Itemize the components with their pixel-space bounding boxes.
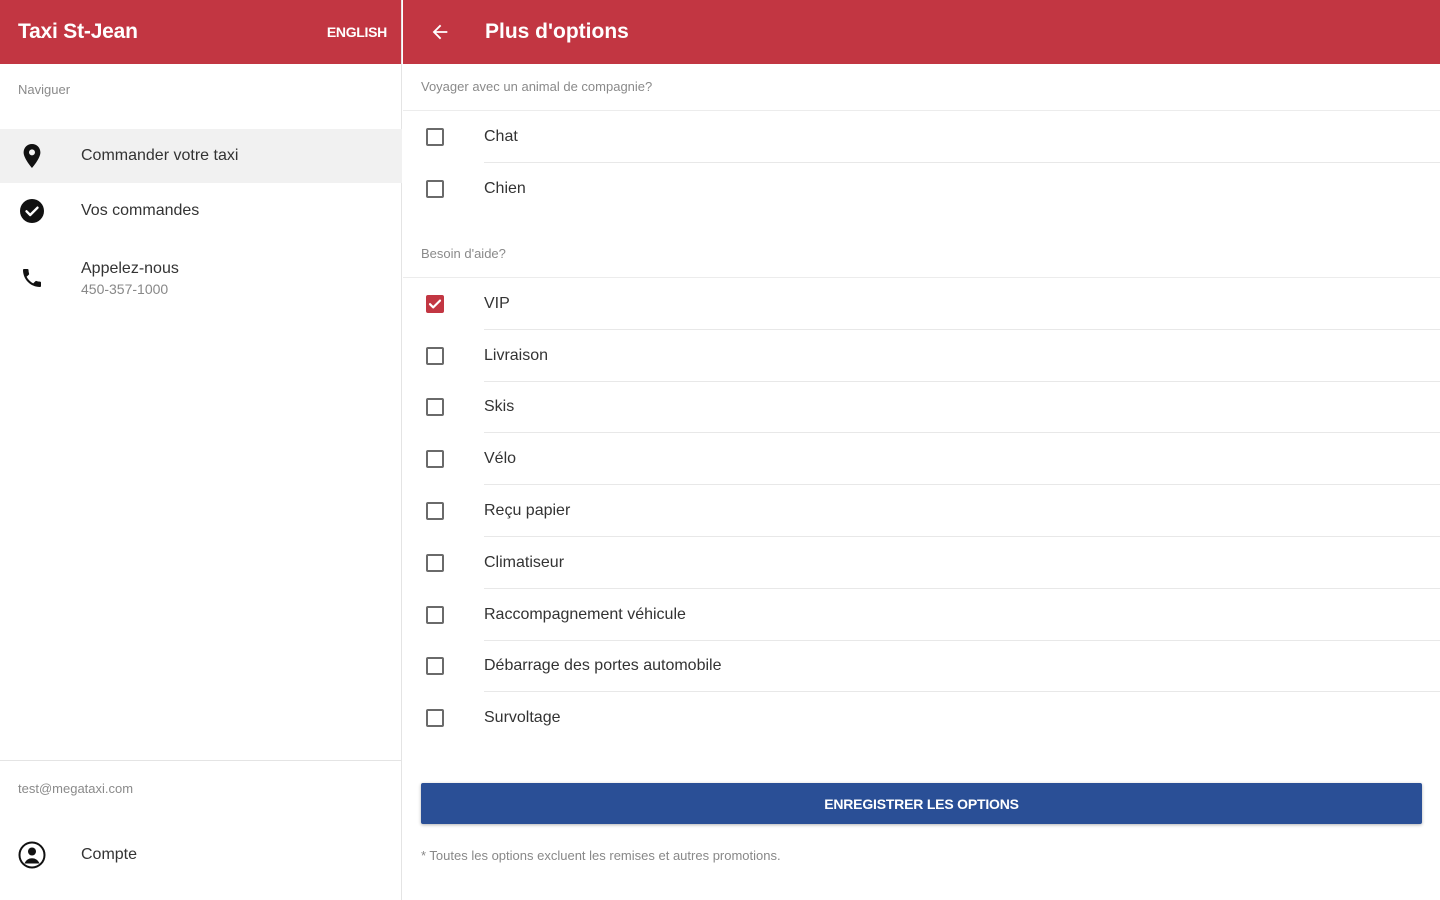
- option-label: Débarrage des portes automobile: [484, 657, 722, 674]
- options-header: Plus d'options: [403, 0, 1440, 64]
- nav-item-account[interactable]: Compte: [0, 830, 402, 880]
- pets-section-label: Voyager avec un animal de compagnie?: [421, 79, 653, 94]
- back-button[interactable]: [427, 19, 453, 45]
- app-title: Taxi St-Jean: [18, 20, 138, 43]
- option-air-conditioning[interactable]: Climatiseur: [403, 537, 1440, 589]
- phone-number: 450-357-1000: [81, 280, 169, 297]
- option-label: VIP: [484, 295, 510, 312]
- nav-item-order-taxi[interactable]: Commander votre taxi: [0, 129, 402, 183]
- option-vip[interactable]: VIP: [403, 278, 1440, 330]
- help-section-label: Besoin d'aide?: [421, 246, 506, 261]
- checkbox-skis[interactable]: [426, 398, 444, 416]
- checkbox-cat[interactable]: [426, 128, 444, 146]
- nav-section-label: Naviguer: [18, 82, 71, 97]
- option-skis[interactable]: Skis: [403, 381, 1440, 433]
- nav-item-call-us[interactable]: Appelez-nous 450-357-1000: [0, 250, 402, 306]
- option-bike[interactable]: Vélo: [403, 433, 1440, 485]
- checkbox-car-unlock[interactable]: [426, 657, 444, 675]
- nav-item-label: Commander votre taxi: [81, 147, 239, 164]
- checkbox-vip[interactable]: [426, 295, 444, 313]
- arrow-left-icon: [432, 24, 448, 40]
- nav-item-label: Compte: [81, 846, 138, 863]
- option-boost[interactable]: Survoltage: [403, 692, 1440, 744]
- checkbox-boost[interactable]: [426, 709, 444, 727]
- location-pin-icon: [18, 142, 46, 170]
- nav-item-label: Vos commandes: [81, 202, 200, 219]
- option-label: Climatiseur: [484, 554, 565, 571]
- checkbox-dog[interactable]: [426, 180, 444, 198]
- option-label: Chien: [484, 180, 526, 197]
- checkbox-paper-receipt[interactable]: [426, 502, 444, 520]
- option-delivery[interactable]: Livraison: [403, 330, 1440, 382]
- option-label: Livraison: [484, 347, 549, 364]
- option-label: Reçu papier: [484, 502, 571, 519]
- nav-item-label: Appelez-nous: [81, 259, 179, 277]
- checkbox-delivery[interactable]: [426, 347, 444, 365]
- check-circle-icon: [18, 197, 46, 225]
- navigation-drawer: Taxi St-Jean ENGLISH Naviguer Commander …: [0, 0, 402, 900]
- phone-icon: [18, 264, 46, 292]
- option-car-unlock[interactable]: Débarrage des portes automobile: [403, 640, 1440, 692]
- options-panel: Plus d'options Voyager avec un animal de…: [403, 0, 1440, 900]
- account-circle-icon: [18, 841, 46, 869]
- options-footnote: * Toutes les options excluent les remise…: [421, 848, 781, 863]
- account-email: test@megataxi.com: [18, 781, 134, 796]
- option-vehicle-escort[interactable]: Raccompagnement véhicule: [403, 589, 1440, 641]
- drawer-divider: [0, 760, 402, 761]
- option-label: Survoltage: [484, 709, 561, 726]
- option-dog[interactable]: Chien: [403, 163, 1440, 215]
- language-toggle-button[interactable]: ENGLISH: [327, 24, 387, 40]
- check-icon: [428, 299, 442, 309]
- option-label: Skis: [484, 398, 515, 415]
- option-label: Chat: [484, 128, 518, 145]
- checkbox-air-conditioning[interactable]: [426, 554, 444, 572]
- checkbox-bike[interactable]: [426, 450, 444, 468]
- nav-item-my-orders[interactable]: Vos commandes: [0, 185, 402, 237]
- option-label: Vélo: [484, 450, 517, 467]
- drawer-header: Taxi St-Jean ENGLISH: [0, 0, 401, 64]
- save-options-button[interactable]: ENREGISTRER LES OPTIONS: [421, 783, 1422, 824]
- page-title: Plus d'options: [485, 20, 629, 43]
- option-label: Raccompagnement véhicule: [484, 606, 686, 623]
- option-paper-receipt[interactable]: Reçu papier: [403, 485, 1440, 537]
- checkbox-vehicle-escort[interactable]: [426, 606, 444, 624]
- option-cat[interactable]: Chat: [403, 111, 1440, 163]
